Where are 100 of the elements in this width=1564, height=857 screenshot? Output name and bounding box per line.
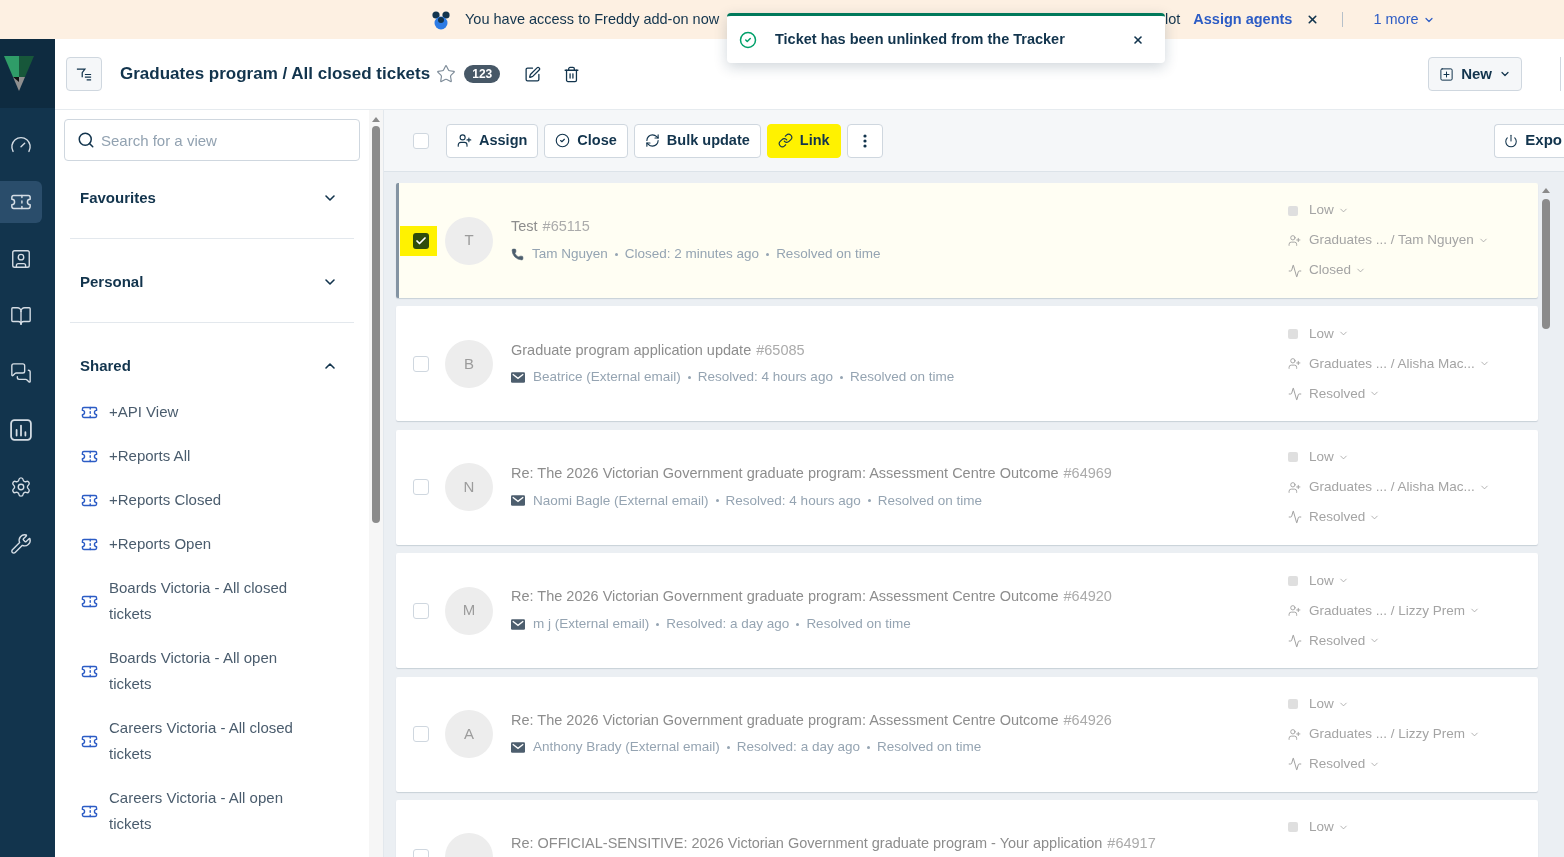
delete-button[interactable] xyxy=(563,65,581,83)
book-icon xyxy=(10,305,32,327)
ticket-subject-link[interactable]: Re: OFFICIAL-SENSITIVE: 2026 Victorian Government graduate program - Your application xyxy=(511,833,1103,855)
ticket-subject-link[interactable]: Re: The 2026 Victorian Government graduate program: Assessment Centre Outcome xyxy=(511,586,1059,609)
section-header[interactable]: Favourites xyxy=(70,182,354,214)
view-title: Graduates program / All closed tickets xyxy=(120,63,431,86)
favourite-star-button[interactable] xyxy=(436,64,457,84)
ticket-subject-link[interactable]: Re: The 2026 Victorian Government graduate program: Assessment Centre Outcome xyxy=(511,462,1059,485)
assign-agents-link[interactable]: Assign agents xyxy=(1193,8,1293,31)
priority-dropdown[interactable]: Low xyxy=(1309,693,1349,715)
sla-status: Resolved on time xyxy=(806,615,911,634)
ticket-subject-link[interactable]: Graduate program application update xyxy=(511,339,752,362)
ticket-checkbox[interactable] xyxy=(413,355,429,372)
mascot-icon xyxy=(431,9,451,30)
user-plus-icon xyxy=(457,133,472,148)
link-icon xyxy=(777,133,793,148)
new-button[interactable]: New xyxy=(1428,57,1522,91)
ticket-card[interactable]: M Re: The 2026 Victorian Government graduate program: Assessment Centre Outcome #64920 m j (External email) Resolved: a day ago Resolved on time Low Graduates ... / Lizzy Prem Resolved xyxy=(396,553,1538,669)
ticket-number: #65085 xyxy=(756,340,805,360)
ticket-card[interactable]: A Re: The 2026 Victorian Government graduate program: Assessment Centre Outcome #64926 Anthony Brady (External email) Resolved: a day ago Resolved on time Low Graduates ... / Lizzy Prem Resolved xyxy=(396,676,1538,792)
priority-dropdown[interactable]: Low xyxy=(1309,570,1349,591)
status-dropdown[interactable]: Resolved xyxy=(1309,507,1381,528)
priority-square-icon xyxy=(1288,205,1298,216)
link-button[interactable]: Link xyxy=(766,123,841,158)
assignee-dropdown[interactable]: Graduates ... / Lizzy Prem xyxy=(1309,723,1481,745)
requester-name: Anthony Brady (External email) xyxy=(533,738,720,757)
ticket-subject-link[interactable]: Re: The 2026 Victorian Government graduate program: Assessment Centre Outcome xyxy=(511,709,1059,732)
user-plus-icon xyxy=(1288,357,1301,371)
assignee-dropdown[interactable]: Graduates ... / Tam Nguyen xyxy=(1309,230,1489,251)
envelope-icon xyxy=(511,371,525,383)
refresh-icon xyxy=(644,133,660,148)
check-circle-icon xyxy=(555,133,571,148)
ticket-card[interactable]: N Re: The 2026 Victorian Government graduate program: Assessment Centre Outcome #64969 Naomi Bagle (External email) Resolved: 4 hours ago Resolved on time Low Graduates ... / Alisha Mac... Resolved xyxy=(396,429,1538,545)
activity-time: Closed: 2 minutes ago xyxy=(624,244,760,263)
toast-message: Ticket has been unlinked from the Tracker xyxy=(775,29,1065,49)
priority-dropdown[interactable]: Low xyxy=(1309,323,1349,344)
edit-button[interactable] xyxy=(524,65,542,83)
section-header[interactable]: Shared xyxy=(70,350,354,382)
section-header[interactable]: Personal xyxy=(70,266,354,298)
priority-dropdown[interactable]: Low xyxy=(1309,817,1349,838)
view-link[interactable]: +Reports Closed xyxy=(70,478,354,522)
ticket-checkbox[interactable] xyxy=(413,232,429,249)
view-link[interactable]: Careers Victoria - All closed tickets xyxy=(70,706,354,776)
status-dropdown[interactable]: Closed xyxy=(1309,260,1367,281)
view-link[interactable]: Boards Victoria - All open tickets xyxy=(70,636,354,706)
view-link[interactable]: Boards Victoria - All closed tickets xyxy=(70,566,354,636)
user-plus-icon xyxy=(1288,727,1301,741)
bulk-update-button[interactable]: Bulk update xyxy=(633,123,761,158)
requester-name: Naomi Bagle (External email) xyxy=(533,491,709,510)
more-icon xyxy=(862,133,867,148)
scrollbar-thumb[interactable] xyxy=(372,126,380,523)
assignee-dropdown[interactable]: Graduates ... / Lizzy Prem xyxy=(1309,600,1481,621)
scroll-up-arrow-icon[interactable] xyxy=(1542,188,1550,193)
assignee-dropdown[interactable]: Graduates ... / Alisha Mac... xyxy=(1309,477,1490,498)
status-dropdown[interactable]: Resolved xyxy=(1309,753,1381,775)
close-button[interactable]: Close xyxy=(544,123,628,158)
more-link[interactable]: 1 more xyxy=(1373,8,1435,31)
activity-time: Resolved: 4 hours ago xyxy=(697,368,833,387)
requester-name: Tam Nguyen xyxy=(532,244,608,263)
avatar: N xyxy=(445,463,493,512)
ticket-subject-link[interactable]: Test xyxy=(511,216,538,238)
view-link[interactable]: +Reports All xyxy=(70,434,354,478)
pulse-icon xyxy=(1288,386,1302,401)
ticket-number: #64920 xyxy=(1063,587,1112,607)
ticket-checkbox[interactable] xyxy=(413,726,429,743)
ticket-checkbox[interactable] xyxy=(413,479,429,496)
wrench-icon xyxy=(10,533,32,555)
ticket-card[interactable]: T Test #65115 Tam Nguyen Closed: 2 minutes ago Resolved on time Low Graduates ... / Tam Nguyen Closed xyxy=(396,183,1538,298)
view-link[interactable]: Careers Victoria - All open tickets xyxy=(70,776,354,846)
ticket-number: #64917 xyxy=(1107,834,1156,854)
envelope-icon xyxy=(511,495,525,507)
ticket-checkbox[interactable] xyxy=(413,602,429,619)
nav-button[interactable] xyxy=(0,181,42,223)
activity-time: Resolved: a day ago xyxy=(666,615,790,634)
filter-icon xyxy=(76,67,92,81)
success-check-icon xyxy=(739,30,757,49)
logo-icon[interactable] xyxy=(4,56,34,91)
select-all-checkbox[interactable] xyxy=(413,132,429,149)
scrollbar-thumb[interactable] xyxy=(1542,199,1550,329)
assign-button[interactable]: Assign xyxy=(446,123,539,158)
status-dropdown[interactable]: Resolved xyxy=(1309,630,1381,651)
ticket-number: #64969 xyxy=(1063,463,1112,483)
envelope-icon xyxy=(511,742,525,754)
ticket-number: #64926 xyxy=(1063,710,1112,730)
edit-icon xyxy=(524,65,542,83)
ticket-card[interactable]: Re: OFFICIAL-SENSITIVE: 2026 Victorian Government graduate program - Your application #64917 Low xyxy=(396,799,1538,857)
view-link[interactable]: +Reports Open xyxy=(70,522,354,566)
scroll-up-arrow-icon[interactable] xyxy=(372,117,380,122)
ticket-card[interactable]: B Graduate program application update #65085 Beatrice (External email) Resolved: 4 hours ago Resolved on time Low Graduates ... / Alisha Mac... Resolved xyxy=(396,306,1538,422)
assignee-dropdown[interactable]: Graduates ... / Alisha Mac... xyxy=(1309,353,1490,374)
search-field[interactable]: Search for a view xyxy=(64,119,360,161)
priority-dropdown[interactable]: Low xyxy=(1309,200,1349,221)
close-icon xyxy=(1132,33,1144,46)
status-dropdown[interactable]: Resolved xyxy=(1309,383,1381,404)
priority-dropdown[interactable]: Low xyxy=(1309,447,1349,468)
view-link[interactable]: +API View xyxy=(70,390,354,434)
search-icon xyxy=(77,131,95,149)
export-button[interactable]: Expo xyxy=(1494,123,1564,158)
user-plus-icon xyxy=(1288,480,1301,494)
filter-toggle-button[interactable] xyxy=(66,57,102,91)
